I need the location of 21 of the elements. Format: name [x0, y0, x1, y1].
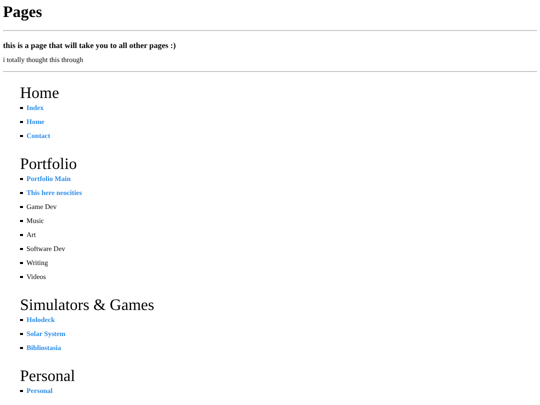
bullet-icon	[20, 346, 22, 350]
bullet-icon	[20, 192, 22, 194]
bullet-icon	[20, 134, 22, 138]
bullet-icon	[20, 178, 22, 180]
section-heading: Portfolio	[20, 157, 78, 172]
section-heading: Simulators & Games	[20, 298, 156, 313]
bullet-icon	[20, 234, 22, 236]
subtitle: this is a page that will take you to all other pages :)	[3, 41, 177, 51]
bullet-icon	[20, 390, 22, 392]
section-heading: Personal	[20, 369, 76, 384]
bullet-icon	[20, 220, 22, 222]
bullet-icon	[20, 120, 22, 124]
bullet-icon	[20, 318, 22, 322]
bullet-icon	[20, 276, 22, 278]
bullet-icon	[20, 262, 22, 264]
bullet-icon	[20, 248, 22, 250]
page-title: Pages	[3, 4, 44, 22]
bullet-icon	[20, 206, 22, 208]
bullet-icon	[20, 106, 22, 110]
bullet-icon	[20, 332, 22, 336]
section-heading: Home	[20, 86, 60, 101]
